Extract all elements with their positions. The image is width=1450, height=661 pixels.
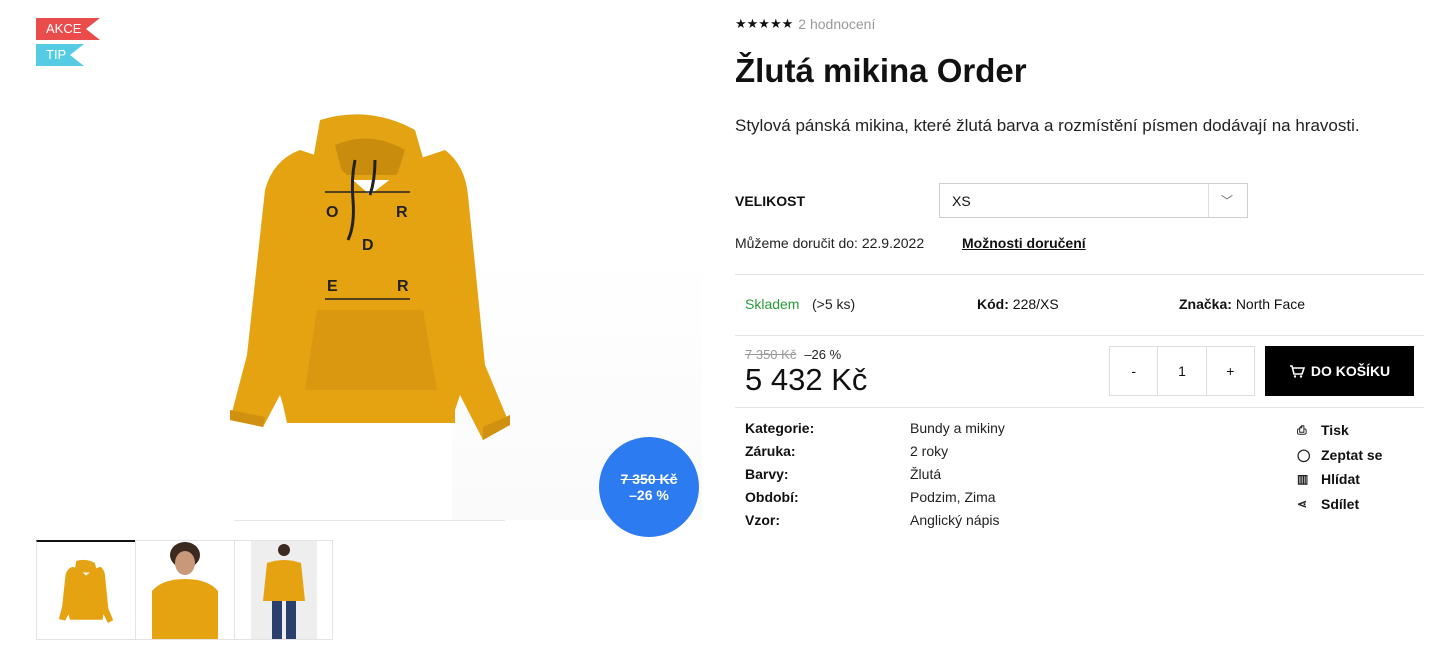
quantity-increase-button[interactable]: + (1207, 347, 1254, 395)
param-value: Anglický nápis (910, 512, 1000, 528)
thumbnail-model-full-image (250, 541, 317, 639)
param-key: Období: (745, 489, 799, 505)
hoodie-letter-e: E (327, 278, 338, 295)
ask-action[interactable]: ◯ Zeptat se (1297, 443, 1382, 468)
code-label: Kód: (977, 296, 1009, 312)
price-discount: –26 % (804, 347, 842, 362)
thumbnail-hoodie-image (58, 559, 114, 623)
thumbnail-3[interactable] (234, 540, 333, 640)
star-rating-icon: ★★★★★ (735, 16, 794, 31)
share-action[interactable]: ⋖ Sdílet (1297, 492, 1382, 517)
size-label: VELIKOST (735, 193, 806, 209)
param-key: Záruka: (745, 443, 796, 459)
quantity-stepper[interactable]: - 1 + (1109, 346, 1255, 396)
product-brand: Značka: North Face (1179, 296, 1305, 312)
stock-status: Skladem (745, 296, 800, 312)
brand-value: North Face (1235, 296, 1306, 312)
discount-badge: 7 350 Kč –26 % (599, 437, 699, 537)
thumbnail-strip (36, 540, 333, 640)
param-row: Barvy: Žlutá (745, 466, 1005, 489)
add-to-cart-button[interactable]: DO KOŠÍKU (1265, 346, 1414, 396)
old-price: 7 350 Kč (745, 347, 797, 362)
product-description: Stylová pánská mikina, které žlutá barva… (735, 116, 1360, 135)
ask-label: Zeptat se (1321, 446, 1383, 463)
divider (735, 335, 1424, 336)
param-row: Kategorie: Bundy a mikiny (745, 420, 1005, 443)
product-parameters: Kategorie: Bundy a mikiny Záruka: 2 roky B… (745, 420, 1005, 535)
add-to-cart-label: DO KOŠÍKU (1310, 363, 1391, 379)
main-product-image[interactable]: O R D E R (225, 105, 515, 445)
share-label: Sdílet (1321, 495, 1360, 512)
quantity-input[interactable]: 1 (1158, 347, 1207, 395)
hoodie-letter-r1: R (396, 204, 408, 221)
discount-old-price: 7 350 Kč (620, 471, 678, 487)
param-key: Barvy: (745, 466, 789, 482)
product-code: Kód: 228/XS (977, 296, 1059, 312)
brand-label: Značka: (1179, 296, 1232, 312)
thumbnail-1[interactable] (36, 540, 135, 640)
stock-count: (>5 ks) (812, 296, 856, 312)
quantity-decrease-button[interactable]: - (1110, 347, 1159, 395)
hoodie-letter-r2: R (397, 278, 409, 295)
thumbnail-model-front-image (152, 541, 218, 639)
hoodie-letter-d: D (362, 237, 374, 254)
hoodie-letter-o: O (326, 204, 338, 221)
thumbnail-2[interactable] (135, 540, 234, 640)
chevron-down-icon: ﹀ (1220, 194, 1233, 208)
param-row: Záruka: 2 roky (745, 443, 1005, 466)
param-key: Vzor: (745, 512, 780, 528)
chat-icon: ◯ (1297, 447, 1311, 462)
select-divider (1208, 184, 1209, 217)
param-value[interactable]: Bundy a mikiny (910, 420, 1005, 443)
tip-flag: TIP (36, 44, 84, 66)
rating[interactable]: ★★★★★ 2 hodnocení (735, 16, 875, 32)
divider (735, 407, 1424, 408)
current-price: 5 432 Kč (745, 362, 868, 397)
share-icon: ⋖ (1297, 496, 1308, 511)
cart-icon (1289, 365, 1305, 378)
param-row: Vzor: Anglický nápis (745, 512, 1005, 535)
print-action[interactable]: ⎙ Tisk (1297, 418, 1382, 443)
size-select[interactable]: XS ﹀ (939, 183, 1248, 218)
watch-label: Hlídat (1321, 471, 1360, 488)
param-key: Kategorie: (745, 420, 815, 436)
discount-percent: –26 % (629, 487, 669, 503)
size-selected-value: XS (952, 192, 971, 209)
delivery-options-link[interactable]: Možnosti doručení (962, 235, 1086, 251)
watch-icon: ▥ (1297, 472, 1309, 487)
delivery-date: Můžeme doručit do: 22.9.2022 (735, 235, 925, 251)
param-row: Období: Podzim, Zima (745, 489, 1005, 512)
watch-action[interactable]: ▥ Hlídat (1297, 467, 1382, 492)
print-icon: ⎙ (1297, 422, 1307, 437)
code-value: 228/XS (1012, 296, 1059, 312)
print-label: Tisk (1321, 422, 1349, 439)
product-actions: ⎙ Tisk ◯ Zeptat se ▥ Hlídat ⋖ Sdílet (1297, 418, 1382, 516)
akce-flag: AKCE (36, 18, 100, 40)
param-value: 2 roky (910, 443, 949, 459)
old-price-row: 7 350 Kč –26 % (745, 347, 841, 362)
param-value: Žlutá (910, 466, 942, 482)
param-value: Podzim, Zima (910, 489, 996, 505)
image-divider (234, 520, 505, 521)
rating-count[interactable]: 2 hodnocení (798, 16, 875, 32)
divider (735, 274, 1424, 275)
product-title: Žlutá mikina Order (735, 52, 1027, 89)
